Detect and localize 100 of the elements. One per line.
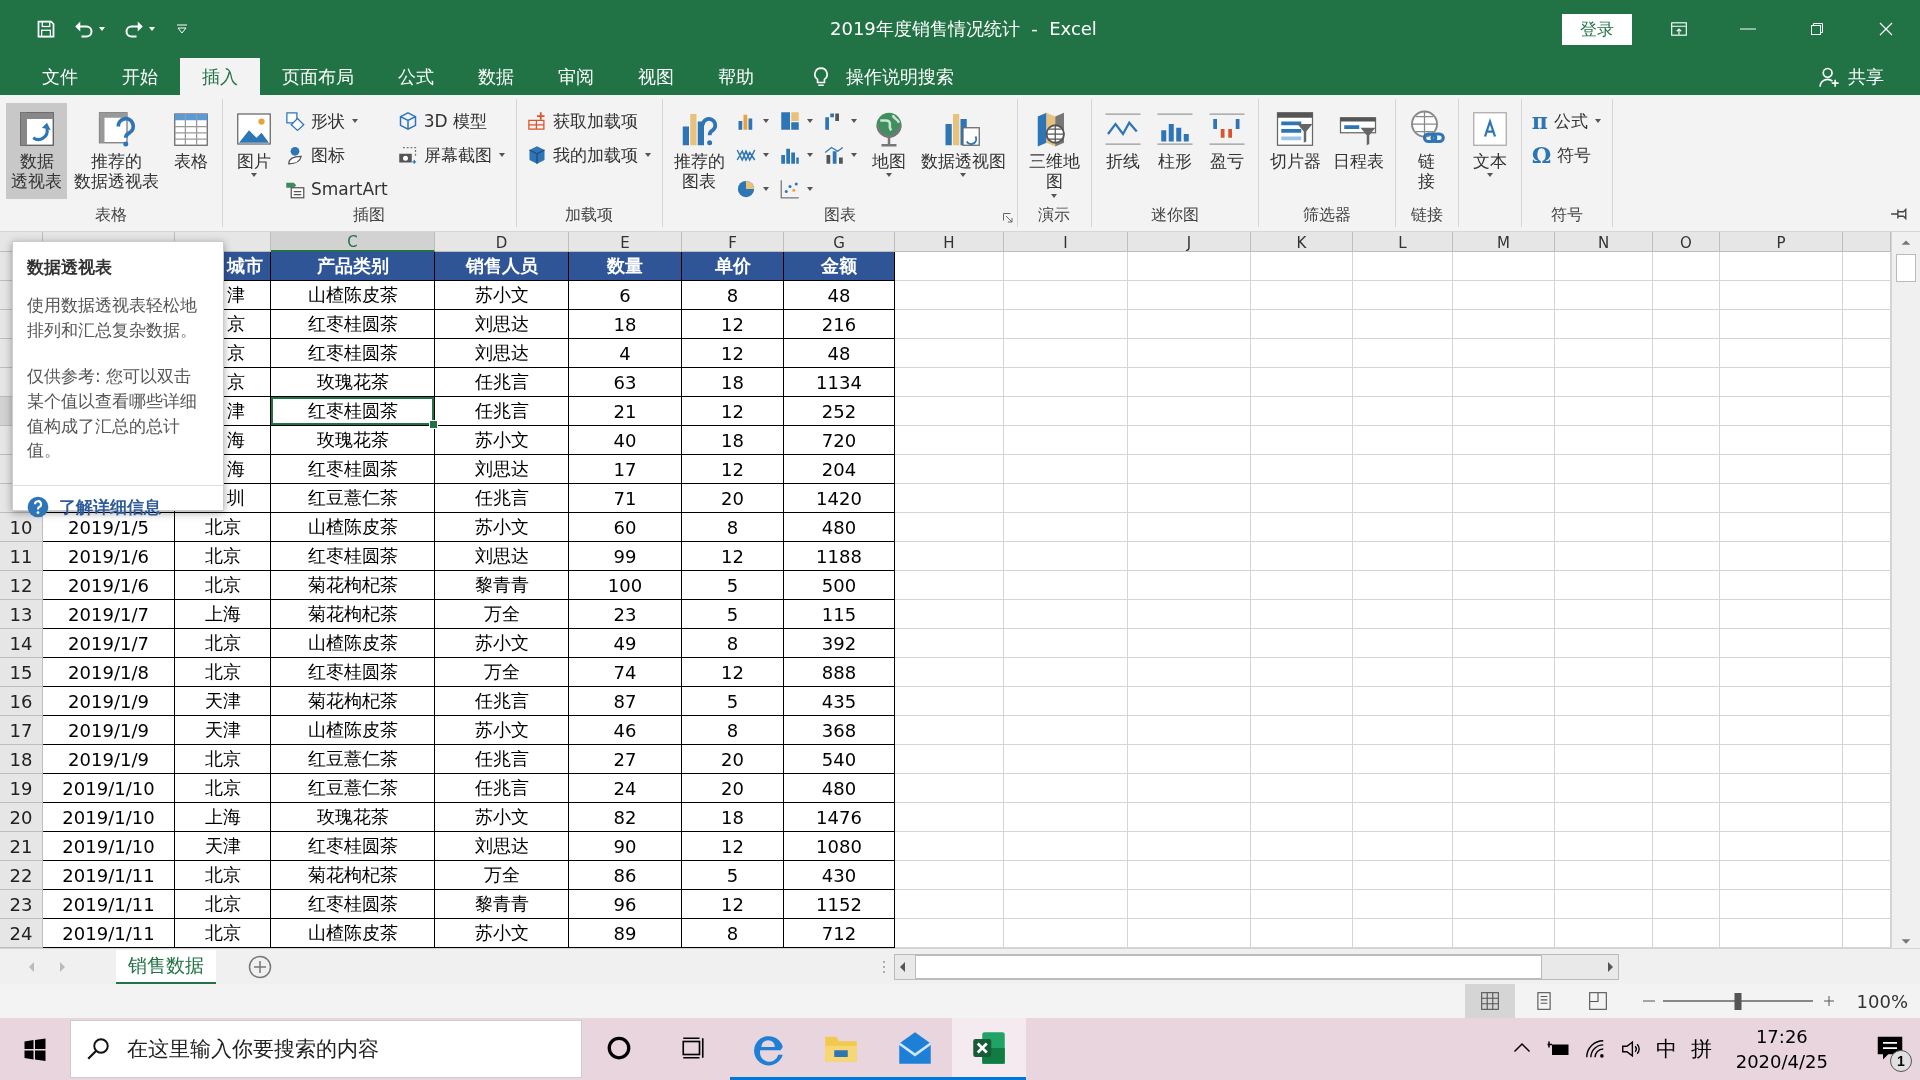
sheet-tab[interactable]: 销售数据 — [116, 949, 216, 984]
row-header[interactable]: 13 — [0, 600, 43, 629]
row-header[interactable]: 16 — [0, 687, 43, 716]
ribbon-button[interactable]: π 公式 — [1527, 107, 1606, 135]
ribbon-button[interactable]: 3D 模型 — [393, 107, 510, 135]
ribbon-tab[interactable]: 插入 — [180, 58, 260, 95]
ribbon-button[interactable]: SmartArt — [281, 175, 392, 203]
group-label: 加载项 — [565, 205, 614, 224]
leaf-icon — [285, 145, 305, 165]
ribbon-button[interactable]: 推荐的数据透视表 — [69, 103, 164, 199]
ribbon-button[interactable]: 我的加载项 — [522, 141, 656, 169]
notification-button[interactable]: 1 — [1860, 1018, 1920, 1080]
caret-icon — [805, 151, 814, 159]
table-cell: 20 — [682, 484, 784, 513]
table-cell: 100 — [569, 571, 682, 600]
column-header[interactable]: J — [1128, 232, 1251, 252]
table-cell — [1653, 252, 1720, 281]
ribbon-button[interactable]: 日程表 — [1327, 103, 1389, 199]
ribbon-button[interactable]: 形状 — [281, 107, 392, 135]
column-header[interactable]: H — [895, 232, 1004, 252]
column-header[interactable]: C — [271, 232, 435, 252]
table-cell: 红枣桂圆茶 — [271, 832, 435, 861]
ribbon-button[interactable]: 切片器 — [1264, 103, 1326, 199]
row-header[interactable]: 11 — [0, 542, 43, 571]
zoom-level[interactable]: 100% — [1856, 990, 1908, 1012]
ribbon-tab[interactable]: 公式 — [376, 58, 456, 95]
ribbon-button[interactable]: 折线 — [1097, 103, 1148, 199]
column-header[interactable]: K — [1251, 232, 1353, 252]
column-header[interactable]: F — [682, 232, 784, 252]
ribbon-button[interactable]: 图片 — [229, 103, 279, 199]
ribbon-button[interactable]: 表格 — [166, 103, 216, 199]
ribbon-tab[interactable]: 页面布局 — [260, 58, 376, 95]
table-cell: 18 — [682, 803, 784, 832]
input-mode-indicator[interactable]: 中 — [1655, 1035, 1677, 1063]
row-header[interactable]: 20 — [0, 803, 43, 832]
ribbon-tab[interactable]: 审阅 — [536, 58, 616, 95]
ribbon-button[interactable]: Ω 符号 — [1527, 141, 1606, 169]
table-cell: 任兆言 — [435, 484, 569, 513]
ime-indicator[interactable]: 拼 — [1690, 1035, 1712, 1063]
row-header[interactable]: 23 — [0, 890, 43, 919]
row-header[interactable]: 14 — [0, 629, 43, 658]
ribbon-button[interactable]: 推荐的图表 — [668, 103, 730, 199]
row-header[interactable]: 10 — [0, 513, 43, 542]
ribbon-tab[interactable]: 视图 — [616, 58, 696, 95]
ribbon-button[interactable]: 地图 — [863, 103, 914, 199]
ribbon-button[interactable]: 获取加载项 — [522, 107, 656, 135]
column-header[interactable]: I — [1004, 232, 1128, 252]
ribbon-tab[interactable]: 帮助 — [696, 58, 776, 95]
column-header[interactable]: P — [1720, 232, 1843, 252]
ribbon-tab[interactable]: 开始 — [100, 58, 180, 95]
ribbon-button[interactable]: 盈亏 — [1201, 103, 1252, 199]
ribbon-button[interactable]: 数据透视表 — [6, 103, 67, 199]
row-header[interactable]: 24 — [0, 919, 43, 948]
row-header[interactable]: 21 — [0, 832, 43, 861]
column-header[interactable]: M — [1453, 232, 1555, 252]
column-header[interactable]: E — [569, 232, 682, 252]
share-button[interactable]: 共享 — [1812, 58, 1890, 95]
table-cell: 96 — [569, 890, 682, 919]
column-header[interactable]: L — [1353, 232, 1453, 252]
fill-handle[interactable] — [429, 420, 438, 429]
sign-in-button[interactable]: 登录 — [1562, 13, 1632, 45]
zoom-slider-thumb[interactable] — [1734, 992, 1742, 1010]
table-cell: 2019/1/9 — [43, 716, 175, 745]
scrollbar-thumb[interactable] — [1896, 254, 1916, 282]
ribbon-tab[interactable]: 数据 — [456, 58, 536, 95]
ribbon-button[interactable]: 屏幕截图 — [393, 141, 510, 169]
row-header[interactable]: 19 — [0, 774, 43, 803]
table-cell — [1653, 716, 1720, 745]
ribbon-button[interactable]: 柱形 — [1149, 103, 1200, 199]
table-cell: 北京 — [175, 513, 271, 542]
header-cell: 产品类别 — [271, 252, 435, 281]
ribbon-tab[interactable]: 文件 — [20, 58, 100, 95]
clock-time[interactable]: 17:26 — [1755, 1023, 1808, 1049]
notification-badge: 1 — [1890, 1050, 1912, 1072]
table-cell: 红枣桂圆茶 — [271, 542, 435, 571]
ribbon-button[interactable]: 文本 — [1464, 103, 1515, 199]
ribbon-button[interactable]: 链接 — [1401, 103, 1452, 199]
ribbon-button[interactable]: 三维地图 — [1023, 103, 1085, 202]
header-cell: 金额 — [784, 252, 895, 281]
column-header[interactable]: O — [1653, 232, 1720, 252]
table-cell: 392 — [784, 629, 895, 658]
ribbon-button[interactable]: 图标 — [281, 141, 392, 169]
row-header[interactable]: 22 — [0, 861, 43, 890]
horizontal-scrollbar[interactable] — [894, 953, 1619, 980]
row-header[interactable]: 18 — [0, 745, 43, 774]
search-field[interactable]: 在这里输入你要搜索的内容 — [70, 1020, 582, 1078]
table-cell — [1653, 368, 1720, 397]
column-header[interactable]: D — [435, 232, 569, 252]
column-header[interactable]: N — [1555, 232, 1653, 252]
row-header[interactable]: 12 — [0, 571, 43, 600]
view-button[interactable] — [1464, 984, 1515, 1018]
row-header[interactable]: 15 — [0, 658, 43, 687]
tell-me-search[interactable]: 操作说明搜索 — [804, 58, 960, 95]
row-header[interactable]: 17 — [0, 716, 43, 745]
clock-date[interactable]: 2020/4/25 — [1735, 1049, 1828, 1075]
ribbon-button[interactable]: 数据透视图 — [915, 103, 1011, 199]
taskbar-button[interactable] — [952, 1018, 1026, 1080]
column-header[interactable]: G — [784, 232, 895, 252]
table-cell — [1653, 484, 1720, 513]
dialog-launcher-icon[interactable] — [1001, 212, 1013, 223]
